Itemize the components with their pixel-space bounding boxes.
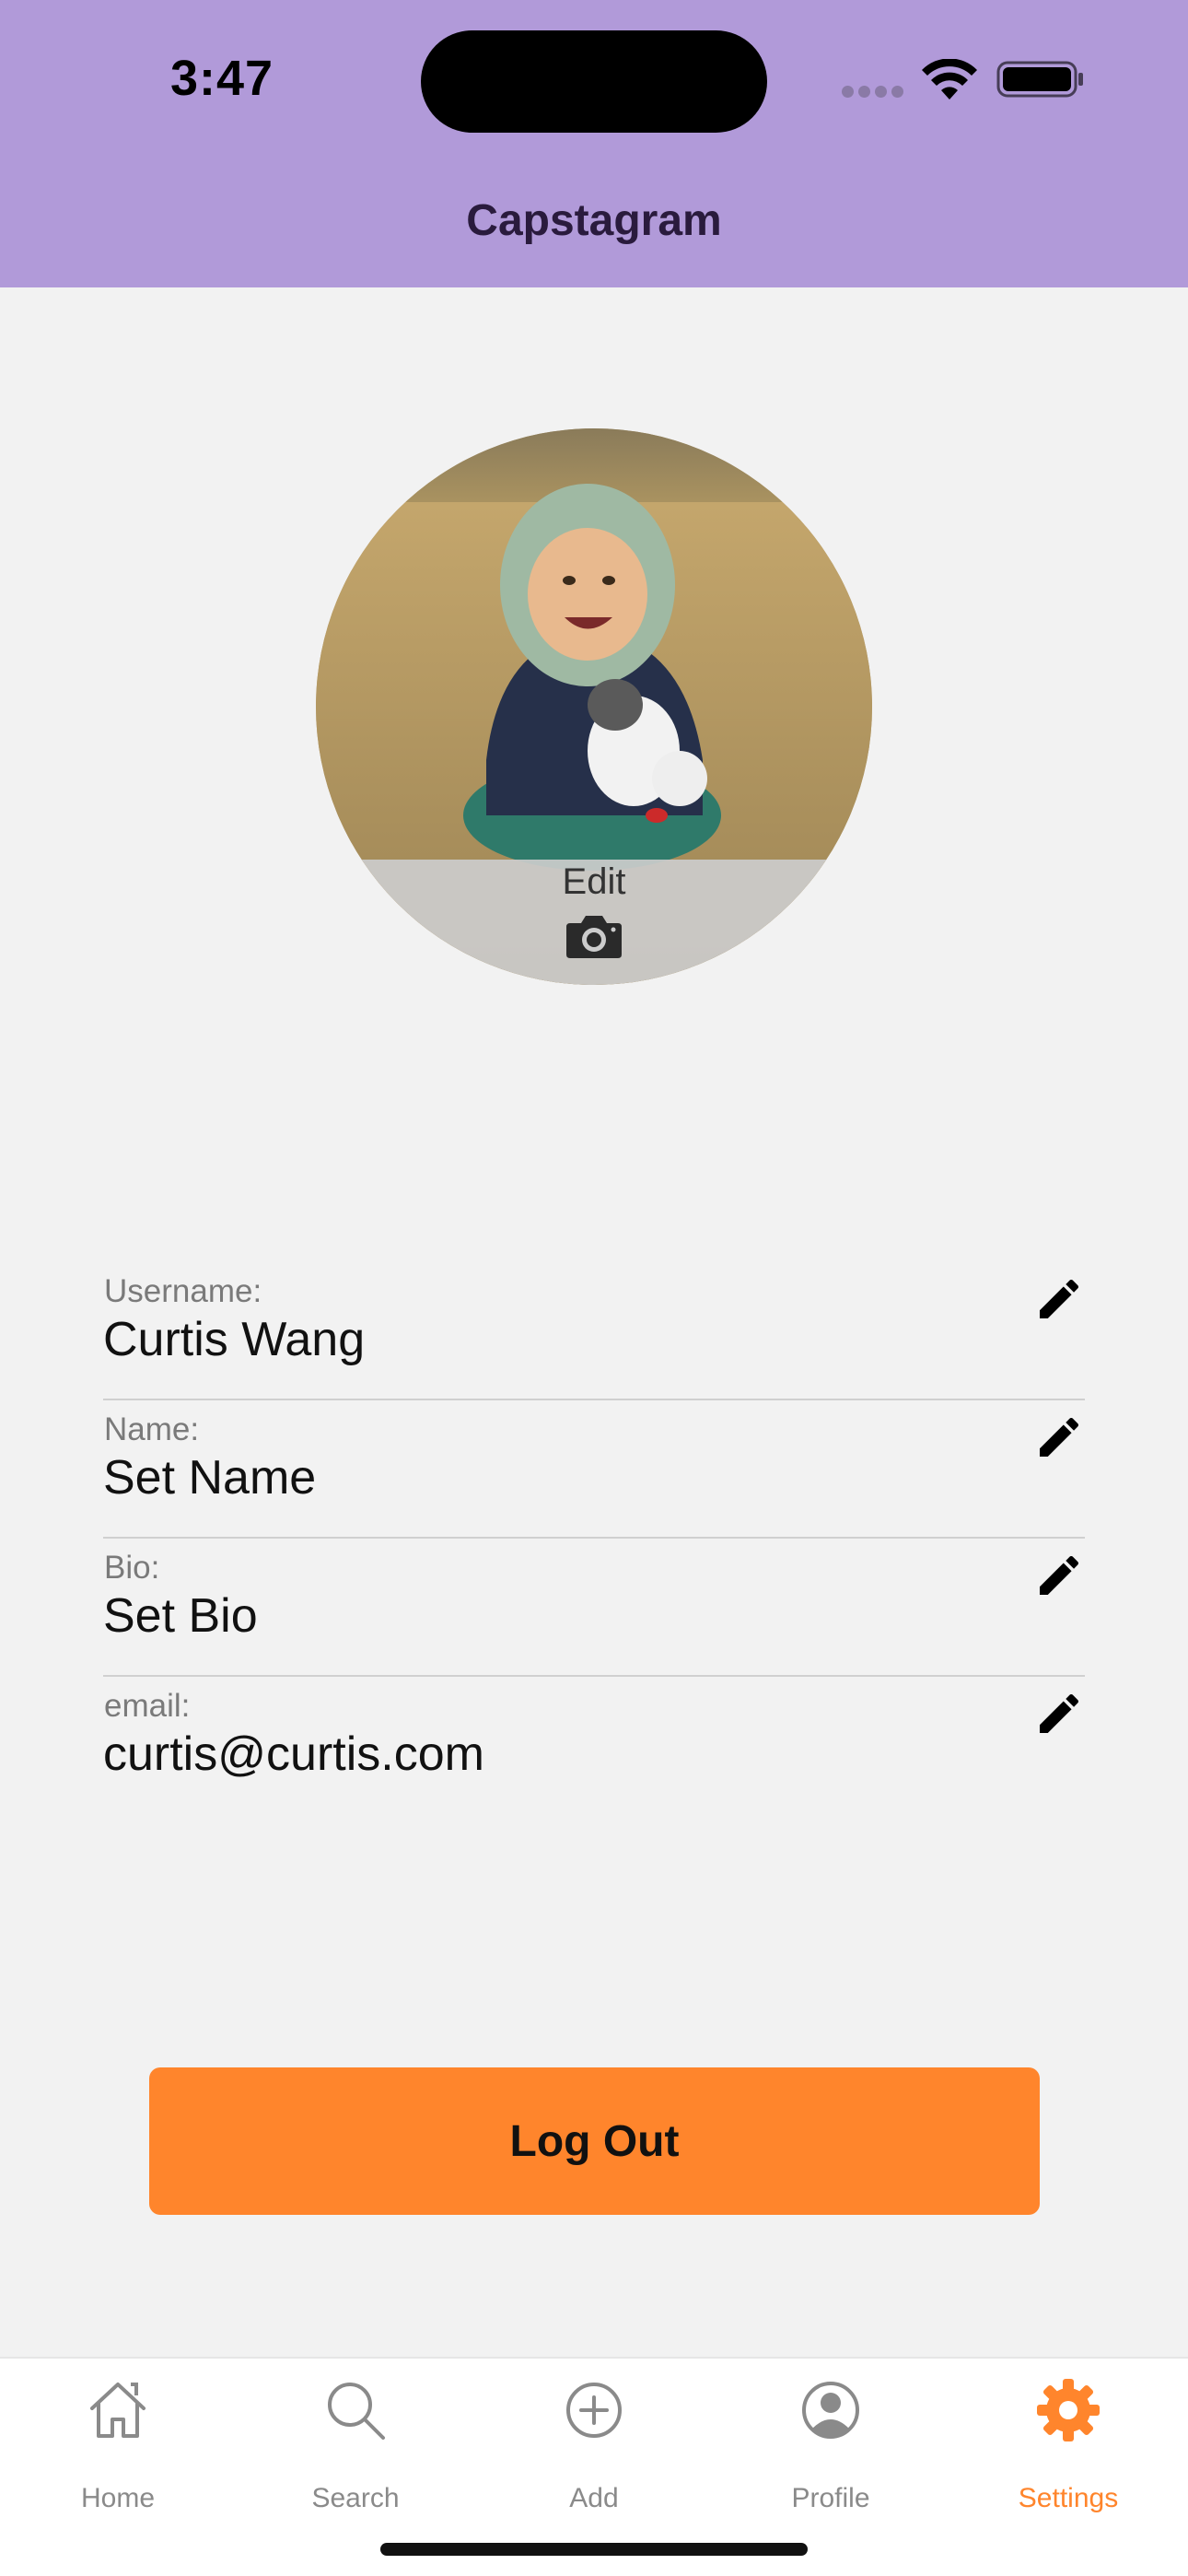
tab-profile[interactable]: Profile [739,2377,923,2561]
username-row: Username: Curtis Wang [103,1262,1085,1400]
name-label: Name: [104,1411,200,1447]
tab-add-label: Add [569,2483,619,2513]
tab-add[interactable]: Add [502,2377,686,2561]
name-value: Set Name [103,1451,317,1505]
logout-button[interactable]: Log Out [149,2067,1040,2215]
name-row: Name: Set Name [103,1400,1085,1539]
username-value: Curtis Wang [103,1313,366,1366]
bio-row: Bio: Set Bio [103,1539,1085,1677]
tab-search[interactable]: Search [263,2377,448,2561]
settings-screen: 3:47 Capstagram Edit Username: Curtis Wa… [0,0,1188,2576]
app-title: Capstagram [466,196,722,245]
edit-email-pencil-icon[interactable] [1033,1688,1085,1739]
tab-settings-label: Settings [1018,2483,1119,2513]
edit-username-pencil-icon[interactable] [1033,1273,1085,1325]
gear-icon [1037,2379,1100,2441]
edit-bio-pencil-icon[interactable] [1033,1550,1085,1601]
edit-name-pencil-icon[interactable] [1033,1411,1085,1463]
email-label: email: [104,1688,191,1724]
camera-icon[interactable] [565,912,623,960]
dynamic-island [421,30,767,133]
username-label: Username: [104,1273,262,1309]
battery-icon [996,61,1083,98]
add-circle-icon [566,2383,622,2438]
wifi-icon [922,59,977,100]
avatar-edit-label[interactable]: Edit [316,861,872,903]
tab-settings[interactable]: Settings [976,2377,1160,2561]
profile-fields: Username: Curtis Wang Name: Set Name Bio… [103,1262,1085,1815]
header: 3:47 Capstagram [0,0,1188,287]
cellular-signal-icon [842,86,908,102]
email-value: curtis@curtis.com [103,1727,484,1781]
email-row: email: curtis@curtis.com [103,1677,1085,1815]
status-time: 3:47 [170,51,274,106]
bio-label: Bio: [104,1550,160,1586]
tab-home-label: Home [80,2483,156,2513]
search-icon [328,2383,385,2440]
home-icon [90,2383,146,2438]
bio-value: Set Bio [103,1589,258,1643]
profile-icon [802,2382,859,2439]
profile-photo[interactable]: Edit [316,428,872,985]
home-indicator [380,2543,808,2556]
tab-home[interactable]: Home [26,2377,210,2561]
tab-profile-label: Profile [791,2483,870,2513]
tab-search-label: Search [311,2483,400,2513]
